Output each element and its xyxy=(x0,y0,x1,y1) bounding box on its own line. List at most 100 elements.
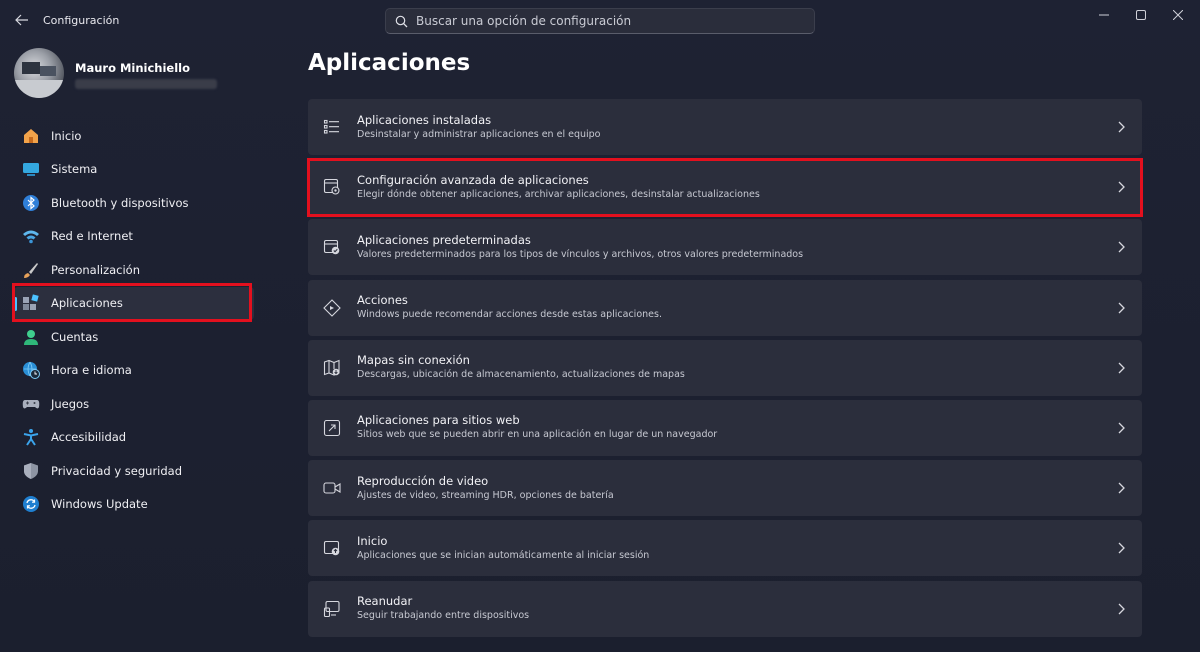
wifi-icon xyxy=(22,227,40,245)
sidebar-item-label: Inicio xyxy=(51,128,82,143)
sidebar-item-privacidad[interactable]: Privacidad y seguridad xyxy=(14,454,254,488)
sidebar-item-aplicaciones[interactable]: Aplicaciones xyxy=(14,286,254,320)
card-title: Acciones xyxy=(357,293,408,308)
card-aplicaciones-predeterminadas[interactable]: Aplicaciones predeterminadas Valores pre… xyxy=(308,219,1142,276)
list-icon xyxy=(321,116,343,138)
update-icon xyxy=(22,495,40,513)
title-bar: Configuración Buscar una opción de confi… xyxy=(0,0,1200,42)
bluetooth-icon xyxy=(22,194,40,212)
map-icon xyxy=(321,357,343,379)
close-icon xyxy=(1173,10,1183,20)
sidebar-item-label: Hora e idioma xyxy=(51,363,132,378)
sidebar-item-inicio[interactable]: Inicio xyxy=(14,119,254,153)
card-configuracion-avanzada[interactable]: Configuración avanzada de aplicaciones E… xyxy=(308,159,1142,216)
card-title: Aplicaciones predeterminadas xyxy=(357,232,531,247)
open-external-icon xyxy=(321,417,343,439)
sidebar-item-label: Aplicaciones xyxy=(51,296,123,311)
sidebar-item-bluetooth[interactable]: Bluetooth y dispositivos xyxy=(14,186,254,220)
video-icon xyxy=(321,477,343,499)
card-title: Reanudar xyxy=(357,594,413,608)
chevron-right-icon xyxy=(1114,241,1128,253)
brush-icon xyxy=(22,261,40,279)
system-icon xyxy=(22,160,40,178)
sidebar-nav: Inicio Sistema Bluetooth y dispositivos … xyxy=(14,119,254,521)
search-placeholder: Buscar una opción de configuración xyxy=(416,14,632,28)
card-inicio[interactable]: Inicio Aplicaciones que se inician autom… xyxy=(308,520,1142,577)
settings-window: Configuración Buscar una opción de confi… xyxy=(0,0,1200,652)
close-button[interactable] xyxy=(1160,6,1196,24)
minimize-button[interactable] xyxy=(1086,6,1122,24)
chevron-right-icon xyxy=(1114,181,1128,193)
card-title: Inicio xyxy=(357,533,388,548)
sidebar-item-label: Red e Internet xyxy=(51,229,133,244)
card-subtitle: Elegir dónde obtener aplicaciones, archi… xyxy=(357,188,760,200)
sidebar-item-label: Personalización xyxy=(51,262,141,277)
sidebar-item-cuentas[interactable]: Cuentas xyxy=(14,320,254,354)
card-subtitle: Descargas, ubicación de almacenamiento, … xyxy=(357,369,685,381)
sidebar-item-accesibilidad[interactable]: Accesibilidad xyxy=(14,421,254,455)
sidebar-item-label: Cuentas xyxy=(51,329,99,344)
chevron-right-icon xyxy=(1114,121,1128,133)
card-subtitle: Ajustes de video, streaming HDR, opcione… xyxy=(357,489,614,501)
avatar[interactable] xyxy=(14,48,64,98)
card-title: Aplicaciones instaladas xyxy=(357,112,492,127)
sidebar-item-hora[interactable]: Hora e idioma xyxy=(14,354,254,388)
chevron-right-icon xyxy=(1114,482,1128,494)
resume-icon xyxy=(321,598,343,620)
app-settings-icon xyxy=(321,176,343,198)
user-name: Mauro Minichiello xyxy=(75,61,191,75)
default-apps-icon xyxy=(321,236,343,258)
chevron-right-icon xyxy=(1114,542,1128,554)
maximize-icon xyxy=(1136,10,1146,20)
maximize-button[interactable] xyxy=(1123,6,1159,24)
sidebar-item-label: Accesibilidad xyxy=(51,430,127,445)
back-button[interactable] xyxy=(12,10,32,30)
card-title: Reproducción de video xyxy=(357,473,489,488)
card-title: Configuración avanzada de aplicaciones xyxy=(357,172,589,187)
sidebar-item-label: Bluetooth y dispositivos xyxy=(51,195,189,210)
sidebar-item-label: Windows Update xyxy=(51,497,148,512)
card-subtitle: Sitios web que se pueden abrir en una ap… xyxy=(357,429,718,441)
sidebar-item-windows-update[interactable]: Windows Update xyxy=(14,488,254,522)
chevron-right-icon xyxy=(1114,603,1128,615)
card-subtitle: Aplicaciones que se inician automáticame… xyxy=(357,549,650,561)
card-mapas-sin-conexion[interactable]: Mapas sin conexión Descargas, ubicación … xyxy=(308,339,1142,396)
sidebar-item-juegos[interactable]: Juegos xyxy=(14,387,254,421)
card-subtitle: Windows puede recomendar acciones desde … xyxy=(357,309,662,321)
gamepad-icon xyxy=(22,395,40,413)
page-title: Aplicaciones xyxy=(308,50,471,76)
account-icon xyxy=(22,328,40,346)
home-icon xyxy=(22,127,40,145)
card-aplicaciones-sitios-web[interactable]: Aplicaciones para sitios web Sitios web … xyxy=(308,399,1142,456)
search-input[interactable]: Buscar una opción de configuración xyxy=(385,8,815,34)
card-subtitle: Desinstalar y administrar aplicaciones e… xyxy=(357,128,601,140)
card-acciones[interactable]: Acciones Windows puede recomendar accion… xyxy=(308,279,1142,336)
minimize-icon xyxy=(1099,14,1109,16)
sidebar-item-label: Sistema xyxy=(51,162,98,177)
sidebar-item-label: Juegos xyxy=(51,396,90,411)
user-email-blurred xyxy=(75,79,217,89)
app-title: Configuración xyxy=(43,14,120,27)
search-icon xyxy=(386,15,416,28)
card-aplicaciones-instaladas[interactable]: Aplicaciones instaladas Desinstalar y ad… xyxy=(308,99,1142,155)
card-reanudar[interactable]: Reanudar Seguir trabajando entre disposi… xyxy=(308,580,1142,637)
accessibility-icon xyxy=(22,428,40,446)
chevron-right-icon xyxy=(1114,362,1128,374)
apps-icon xyxy=(22,294,40,312)
card-subtitle: Seguir trabajando entre dispositivos xyxy=(357,610,530,621)
chevron-right-icon xyxy=(1114,422,1128,434)
card-subtitle: Valores predeterminados para los tipos d… xyxy=(357,248,804,260)
startup-icon xyxy=(321,537,343,559)
sidebar-item-personalizacion[interactable]: Personalización xyxy=(14,253,254,287)
card-title: Mapas sin conexión xyxy=(357,353,470,368)
sidebar-item-red[interactable]: Red e Internet xyxy=(14,220,254,254)
actions-icon xyxy=(321,297,343,319)
globe-clock-icon xyxy=(22,361,40,380)
sidebar-item-label: Privacidad y seguridad xyxy=(51,463,183,478)
back-arrow-icon xyxy=(15,14,28,26)
shield-icon xyxy=(22,462,40,480)
sidebar-item-sistema[interactable]: Sistema xyxy=(14,153,254,187)
card-reproduccion-video[interactable]: Reproducción de video Ajustes de video, … xyxy=(308,460,1142,517)
card-title: Aplicaciones para sitios web xyxy=(357,413,520,428)
settings-list: Aplicaciones instaladas Desinstalar y ad… xyxy=(308,99,1142,641)
